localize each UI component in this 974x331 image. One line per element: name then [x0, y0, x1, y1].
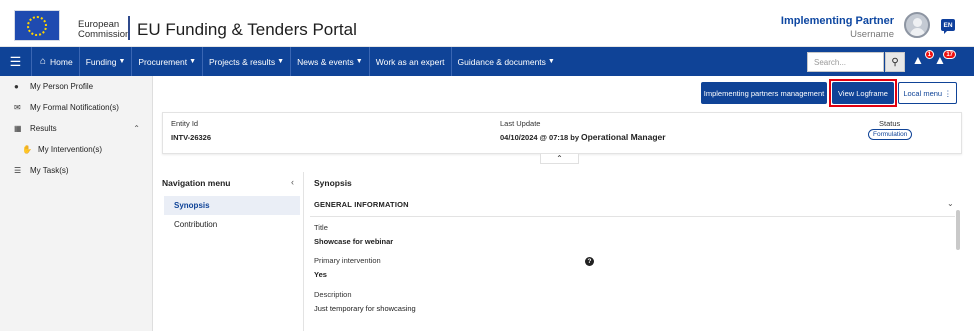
nav-expert-label: Work as an expert	[375, 56, 445, 67]
chevron-down-icon[interactable]: ⌄	[947, 199, 954, 208]
sidebar-item-tasks[interactable]: ☰ My Task(s)	[0, 160, 152, 181]
user-role: Implementing Partner	[780, 15, 894, 27]
org-line2: Commission	[78, 29, 131, 40]
site-header: European Commission EU Funding & Tenders…	[0, 0, 974, 47]
nav-news-label: News & events	[297, 56, 354, 67]
sidebar-item-label: My Person Profile	[30, 82, 94, 91]
nav-guidance-label: Guidance & documents	[457, 56, 546, 67]
synopsis-title: Synopsis	[314, 178, 352, 188]
entity-id-label: Entity Id	[171, 119, 199, 128]
entity-summary-card: Entity Id INTV-26326 Last Update 04/10/2…	[162, 112, 962, 154]
hamburger-menu-icon[interactable]: ☰	[0, 47, 32, 76]
help-question-icon[interactable]: ?	[585, 257, 594, 266]
section-divider	[310, 216, 955, 217]
sidebar-item-interventions[interactable]: ✋ My Intervention(s)	[0, 139, 152, 160]
caret-down-icon: ▼	[189, 58, 196, 65]
alerts-count-badge: 17	[943, 50, 956, 59]
chevron-left-icon[interactable]: ‹	[291, 177, 294, 187]
navigation-menu-title: Navigation menu	[162, 178, 231, 188]
local-menu-button[interactable]: Local menu ⋮	[898, 82, 957, 104]
notification-count-badge: 1	[924, 50, 934, 59]
grid-icon: ▦	[14, 124, 22, 133]
sidebar-item-results[interactable]: ▦ Results ⌃	[0, 118, 152, 139]
field-title-label: Title	[314, 223, 328, 232]
sidebar-item-formal-notifications[interactable]: ✉ My Formal Notification(s)	[0, 97, 152, 118]
navigation-menu: Navigation menu ‹ Synopsis Contribution	[162, 172, 300, 331]
envelope-icon: ✉	[14, 103, 21, 112]
status-label: Status	[879, 119, 901, 128]
nav-funding-label: Funding	[85, 56, 117, 67]
nav-guidance-documents[interactable]: Guidance & documents ▼	[452, 47, 561, 76]
nav-work-as-expert[interactable]: Work as an expert	[370, 47, 452, 76]
synopsis-panel: Synopsis GENERAL INFORMATION ⌄ Title Sho…	[303, 172, 958, 331]
nav-menu-item-synopsis[interactable]: Synopsis	[164, 196, 300, 215]
sidebar-item-label: My Formal Notification(s)	[30, 103, 119, 112]
implementing-partners-management-button[interactable]: Implementing partners management	[701, 82, 827, 104]
avatar-body-shape	[910, 28, 925, 36]
status-badge: Formulation	[868, 129, 913, 140]
chevron-up-icon[interactable]: ⌃	[133, 124, 140, 133]
nav-procurement-label: Procurement	[138, 56, 188, 67]
general-information-header[interactable]: GENERAL INFORMATION	[314, 200, 409, 209]
nav-menu-item-contribution[interactable]: Contribution	[164, 215, 300, 234]
caret-down-icon: ▼	[118, 58, 126, 65]
last-update-by: Operational Manager	[581, 132, 666, 142]
collapse-chevron-up-icon[interactable]: ⌃	[540, 154, 579, 164]
nav-projects-label: Projects & results	[209, 56, 276, 67]
notification-bell-icon[interactable]: ▲ 1	[912, 50, 934, 69]
eu-stars-icon	[27, 15, 47, 36]
entity-id-value: INTV-26326	[171, 133, 212, 142]
field-primary-intervention-value: Yes	[314, 270, 327, 279]
field-description-value: Just temporary for showcasing	[314, 304, 416, 313]
caret-down-icon: ▼	[277, 58, 285, 65]
left-sidebar: ● My Person Profile ✉ My Formal Notifica…	[0, 76, 153, 331]
sidebar-item-label: My Task(s)	[30, 166, 69, 175]
eu-flag-logo[interactable]	[14, 10, 60, 41]
caret-down-icon: ▼	[355, 58, 363, 65]
home-icon: ⌂	[40, 56, 47, 67]
user-name: Username	[850, 29, 894, 40]
sidebar-item-person-profile[interactable]: ● My Person Profile	[0, 76, 152, 97]
nav-projects-results[interactable]: Projects & results ▼	[203, 47, 292, 76]
sidebar-item-label: My Intervention(s)	[38, 145, 103, 154]
org-name: European Commission	[78, 20, 130, 40]
avatar-head-shape	[913, 18, 922, 27]
nav-funding[interactable]: Funding ▼	[80, 47, 133, 76]
last-update-label: Last Update	[500, 119, 541, 128]
search-input[interactable]: Search...	[807, 52, 884, 72]
content-scrollbar[interactable]	[956, 210, 960, 250]
caret-down-icon: ▼	[547, 58, 555, 65]
alerts-bell-icon[interactable]: ▲ 17	[934, 50, 956, 69]
main-navbar: ☰ ⌂ Home Funding ▼ Procurement ▼ Projects …	[0, 47, 974, 76]
user-icon: ●	[14, 82, 19, 91]
search-icon[interactable]: ⚲	[885, 52, 905, 72]
main-content: Implementing partners management View Lo…	[153, 76, 974, 331]
field-primary-intervention-label: Primary intervention	[314, 256, 381, 265]
nav-home-label: Home	[50, 56, 73, 67]
field-title-value: Showcase for webinar	[314, 237, 394, 246]
portal-title[interactable]: EU Funding & Tenders Portal	[137, 20, 357, 40]
sidebar-item-label: Results	[30, 124, 57, 133]
nav-news-events[interactable]: News & events ▼	[291, 47, 370, 76]
nav-home[interactable]: ⌂ Home	[32, 47, 80, 76]
language-selector[interactable]: EN	[941, 19, 955, 34]
nav-procurement[interactable]: Procurement ▼	[132, 47, 203, 76]
highlight-annotation	[829, 79, 897, 107]
last-update-value: 04/10/2024 @ 07:18 by	[500, 133, 580, 142]
list-icon: ☰	[14, 166, 22, 175]
hand-icon: ✋	[22, 145, 32, 154]
user-avatar[interactable]	[904, 12, 930, 38]
field-description-label: Description	[314, 290, 352, 299]
logo-divider	[128, 16, 130, 40]
